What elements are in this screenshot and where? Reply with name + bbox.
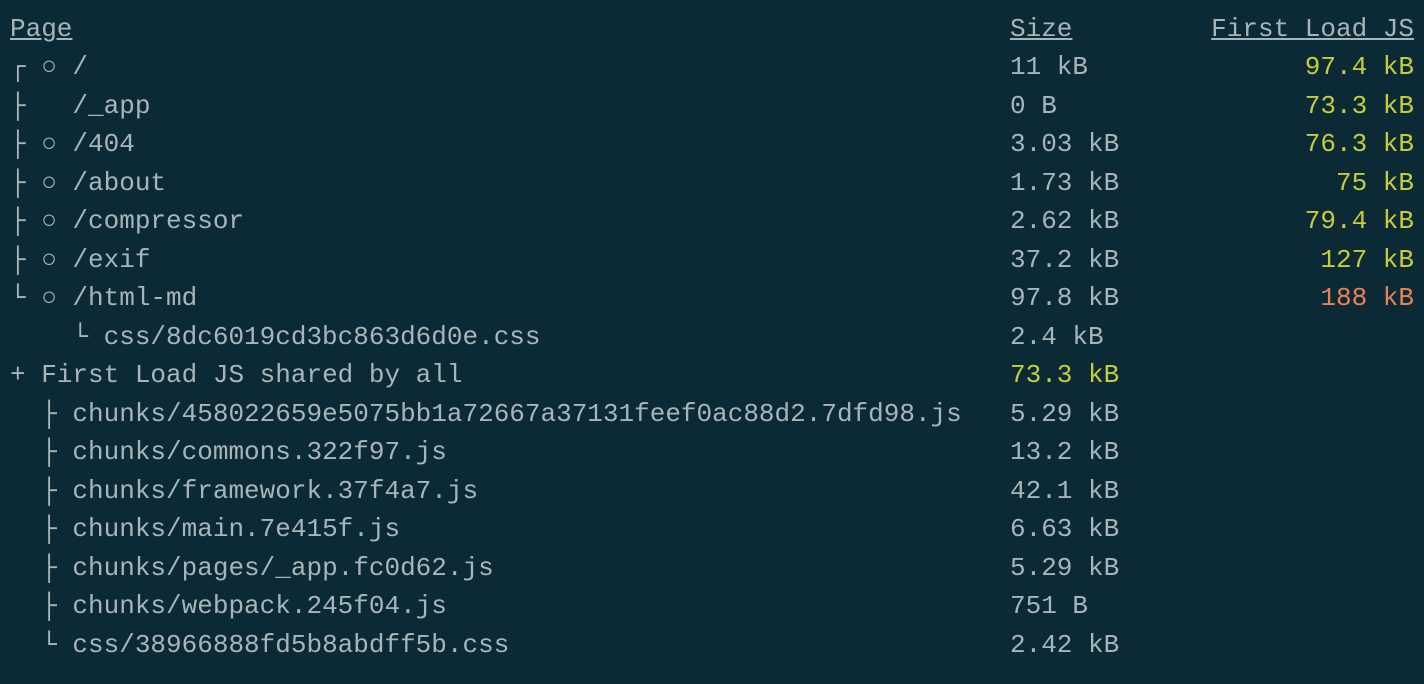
tree-indicator: ├ ○: [10, 129, 72, 159]
chunk-path: css/38966888fd5b8abdff5b.css: [72, 630, 509, 660]
shared-label: First Load JS shared by all: [41, 360, 462, 390]
chunk-path: chunks/pages/_app.fc0d62.js: [72, 553, 493, 583]
route-path: /_app: [72, 91, 150, 121]
route-row: ├ ○ /exif 37.2 kB 127 kB: [10, 241, 1414, 279]
tree-indicator: ├: [10, 476, 72, 506]
chunk-row: └ css/38966888fd5b8abdff5b.css 2.42 kB: [10, 626, 1414, 664]
tree-indicator: ├: [10, 437, 72, 467]
tree-indicator: ├: [10, 399, 72, 429]
route-path: /exif: [72, 245, 150, 275]
header-page: Page: [10, 14, 72, 44]
chunk-path: chunks/framework.37f4a7.js: [72, 476, 478, 506]
tree-indicator: ┌ ○: [10, 52, 72, 82]
route-size: 2.62 kB: [1010, 202, 1158, 240]
tree-indicator: └ ○: [10, 283, 72, 313]
tree-indicator: ├: [10, 591, 72, 621]
chunk-size: 42.1 kB: [1010, 472, 1158, 510]
chunk-row: ├ chunks/webpack.245f04.js 751 B: [10, 587, 1414, 625]
route-size: 0 B: [1010, 87, 1158, 125]
route-first-load: 76.3 kB: [1305, 129, 1414, 159]
chunk-size: 5.29 kB: [1010, 549, 1158, 587]
route-first-load: 127 kB: [1320, 245, 1414, 275]
chunk-path: chunks/commons.322f97.js: [72, 437, 446, 467]
chunk-row: ├ chunks/framework.37f4a7.js 42.1 kB: [10, 472, 1414, 510]
route-size: 3.03 kB: [1010, 125, 1158, 163]
chunk-size: 13.2 kB: [1010, 433, 1158, 471]
route-row: ├ ○ /about 1.73 kB 75 kB: [10, 164, 1414, 202]
route-path: /404: [72, 129, 134, 159]
route-row: └ css/8dc6019cd3bc863d6d0e.css 2.4 kB: [10, 318, 1414, 356]
tree-indicator: ├ ○: [10, 245, 72, 275]
shared-size: 73.3 kB: [1010, 360, 1119, 390]
chunk-row: ├ chunks/commons.322f97.js 13.2 kB: [10, 433, 1414, 471]
tree-indicator: ├: [10, 514, 72, 544]
chunk-path: chunks/webpack.245f04.js: [72, 591, 446, 621]
route-first-load: 73.3 kB: [1305, 91, 1414, 121]
route-path: /compressor: [72, 206, 244, 236]
route-path: css/8dc6019cd3bc863d6d0e.css: [104, 322, 541, 352]
chunk-path: chunks/458022659e5075bb1a72667a37131feef…: [72, 399, 961, 429]
route-row: ├ ○ /404 3.03 kB 76.3 kB: [10, 125, 1414, 163]
route-size: 37.2 kB: [1010, 241, 1158, 279]
route-first-load: 188 kB: [1320, 283, 1414, 313]
chunk-path: chunks/main.7e415f.js: [72, 514, 400, 544]
tree-indicator: ├ ○: [10, 168, 72, 198]
header-first-load: First Load JS: [1211, 14, 1414, 44]
route-path: /about: [72, 168, 166, 198]
route-path: /html-md: [72, 283, 197, 313]
chunk-size: 6.63 kB: [1010, 510, 1158, 548]
chunk-row: ├ chunks/main.7e415f.js 6.63 kB: [10, 510, 1414, 548]
chunk-size: 5.29 kB: [1010, 395, 1158, 433]
route-size: 97.8 kB: [1010, 279, 1158, 317]
chunk-size: 2.42 kB: [1010, 626, 1158, 664]
route-first-load: 75 kB: [1336, 168, 1414, 198]
route-first-load: 79.4 kB: [1305, 206, 1414, 236]
tree-indicator: ├: [10, 553, 72, 583]
route-row: ├ /_app 0 B 73.3 kB: [10, 87, 1414, 125]
route-size: 1.73 kB: [1010, 164, 1158, 202]
tree-indicator: └: [10, 322, 104, 352]
route-first-load: 97.4 kB: [1305, 52, 1414, 82]
shared-prefix: +: [10, 360, 41, 390]
tree-indicator: ├: [10, 91, 72, 121]
route-row: ┌ ○ / 11 kB 97.4 kB: [10, 48, 1414, 86]
header-row: Page Size First Load JS: [10, 10, 1414, 48]
tree-indicator: └: [10, 630, 72, 660]
route-size: 2.4 kB: [1010, 318, 1158, 356]
chunk-row: ├ chunks/pages/_app.fc0d62.js 5.29 kB: [10, 549, 1414, 587]
route-size: 11 kB: [1010, 48, 1158, 86]
route-row: ├ ○ /compressor 2.62 kB 79.4 kB: [10, 202, 1414, 240]
shared-summary-row: + First Load JS shared by all 73.3 kB: [10, 356, 1414, 394]
chunk-size: 751 B: [1010, 587, 1158, 625]
chunk-row: ├ chunks/458022659e5075bb1a72667a37131fe…: [10, 395, 1414, 433]
route-row: └ ○ /html-md 97.8 kB 188 kB: [10, 279, 1414, 317]
tree-indicator: ├ ○: [10, 206, 72, 236]
header-size: Size: [1010, 14, 1072, 44]
route-path: /: [72, 52, 88, 82]
